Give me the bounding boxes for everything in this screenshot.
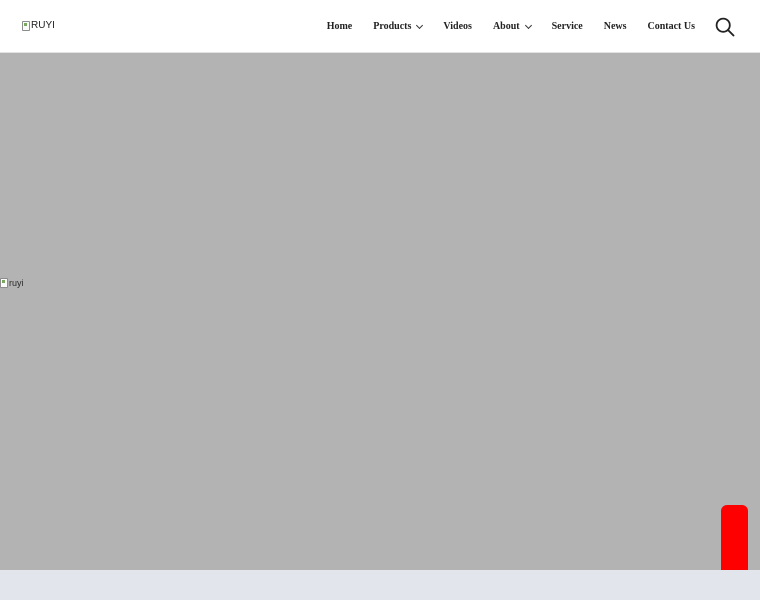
nav-videos[interactable]: Videos <box>443 21 472 32</box>
nav-about-label: About <box>492 21 520 32</box>
nav-videos-label: Videos <box>443 21 472 32</box>
chevron-down-icon <box>524 21 532 29</box>
nav-news-label: News <box>603 21 627 32</box>
nav-service[interactable]: Service <box>552 21 583 32</box>
broken-image-icon <box>22 21 30 31</box>
next-section <box>0 570 760 600</box>
nav-about[interactable]: About <box>492 21 532 32</box>
main-nav: Home Products Videos About Service News … <box>306 0 695 53</box>
chevron-down-icon <box>416 21 424 29</box>
hero-image-alt: ruyi <box>9 278 24 288</box>
nav-news[interactable]: News <box>604 21 627 32</box>
logo-alt-text: RUYI <box>31 20 55 31</box>
nav-contact[interactable]: Contact Us <box>648 21 696 32</box>
nav-home[interactable]: Home <box>327 21 353 32</box>
nav-contact-label: Contact Us <box>647 21 696 32</box>
search-icon <box>715 17 735 37</box>
nav-home-label: Home <box>326 21 353 32</box>
search-button[interactable] <box>715 17 735 37</box>
logo-link[interactable]: RUYI <box>22 19 55 33</box>
hero-image: ruyi <box>0 278 24 288</box>
nav-service-label: Service <box>551 21 583 32</box>
site-header: RUYI Home Products Videos About Service … <box>0 0 760 53</box>
nav-products[interactable]: Products <box>373 21 424 32</box>
broken-image-icon <box>0 278 8 288</box>
nav-products-label: Products <box>373 21 412 32</box>
hero-banner: ruyi <box>0 53 760 585</box>
